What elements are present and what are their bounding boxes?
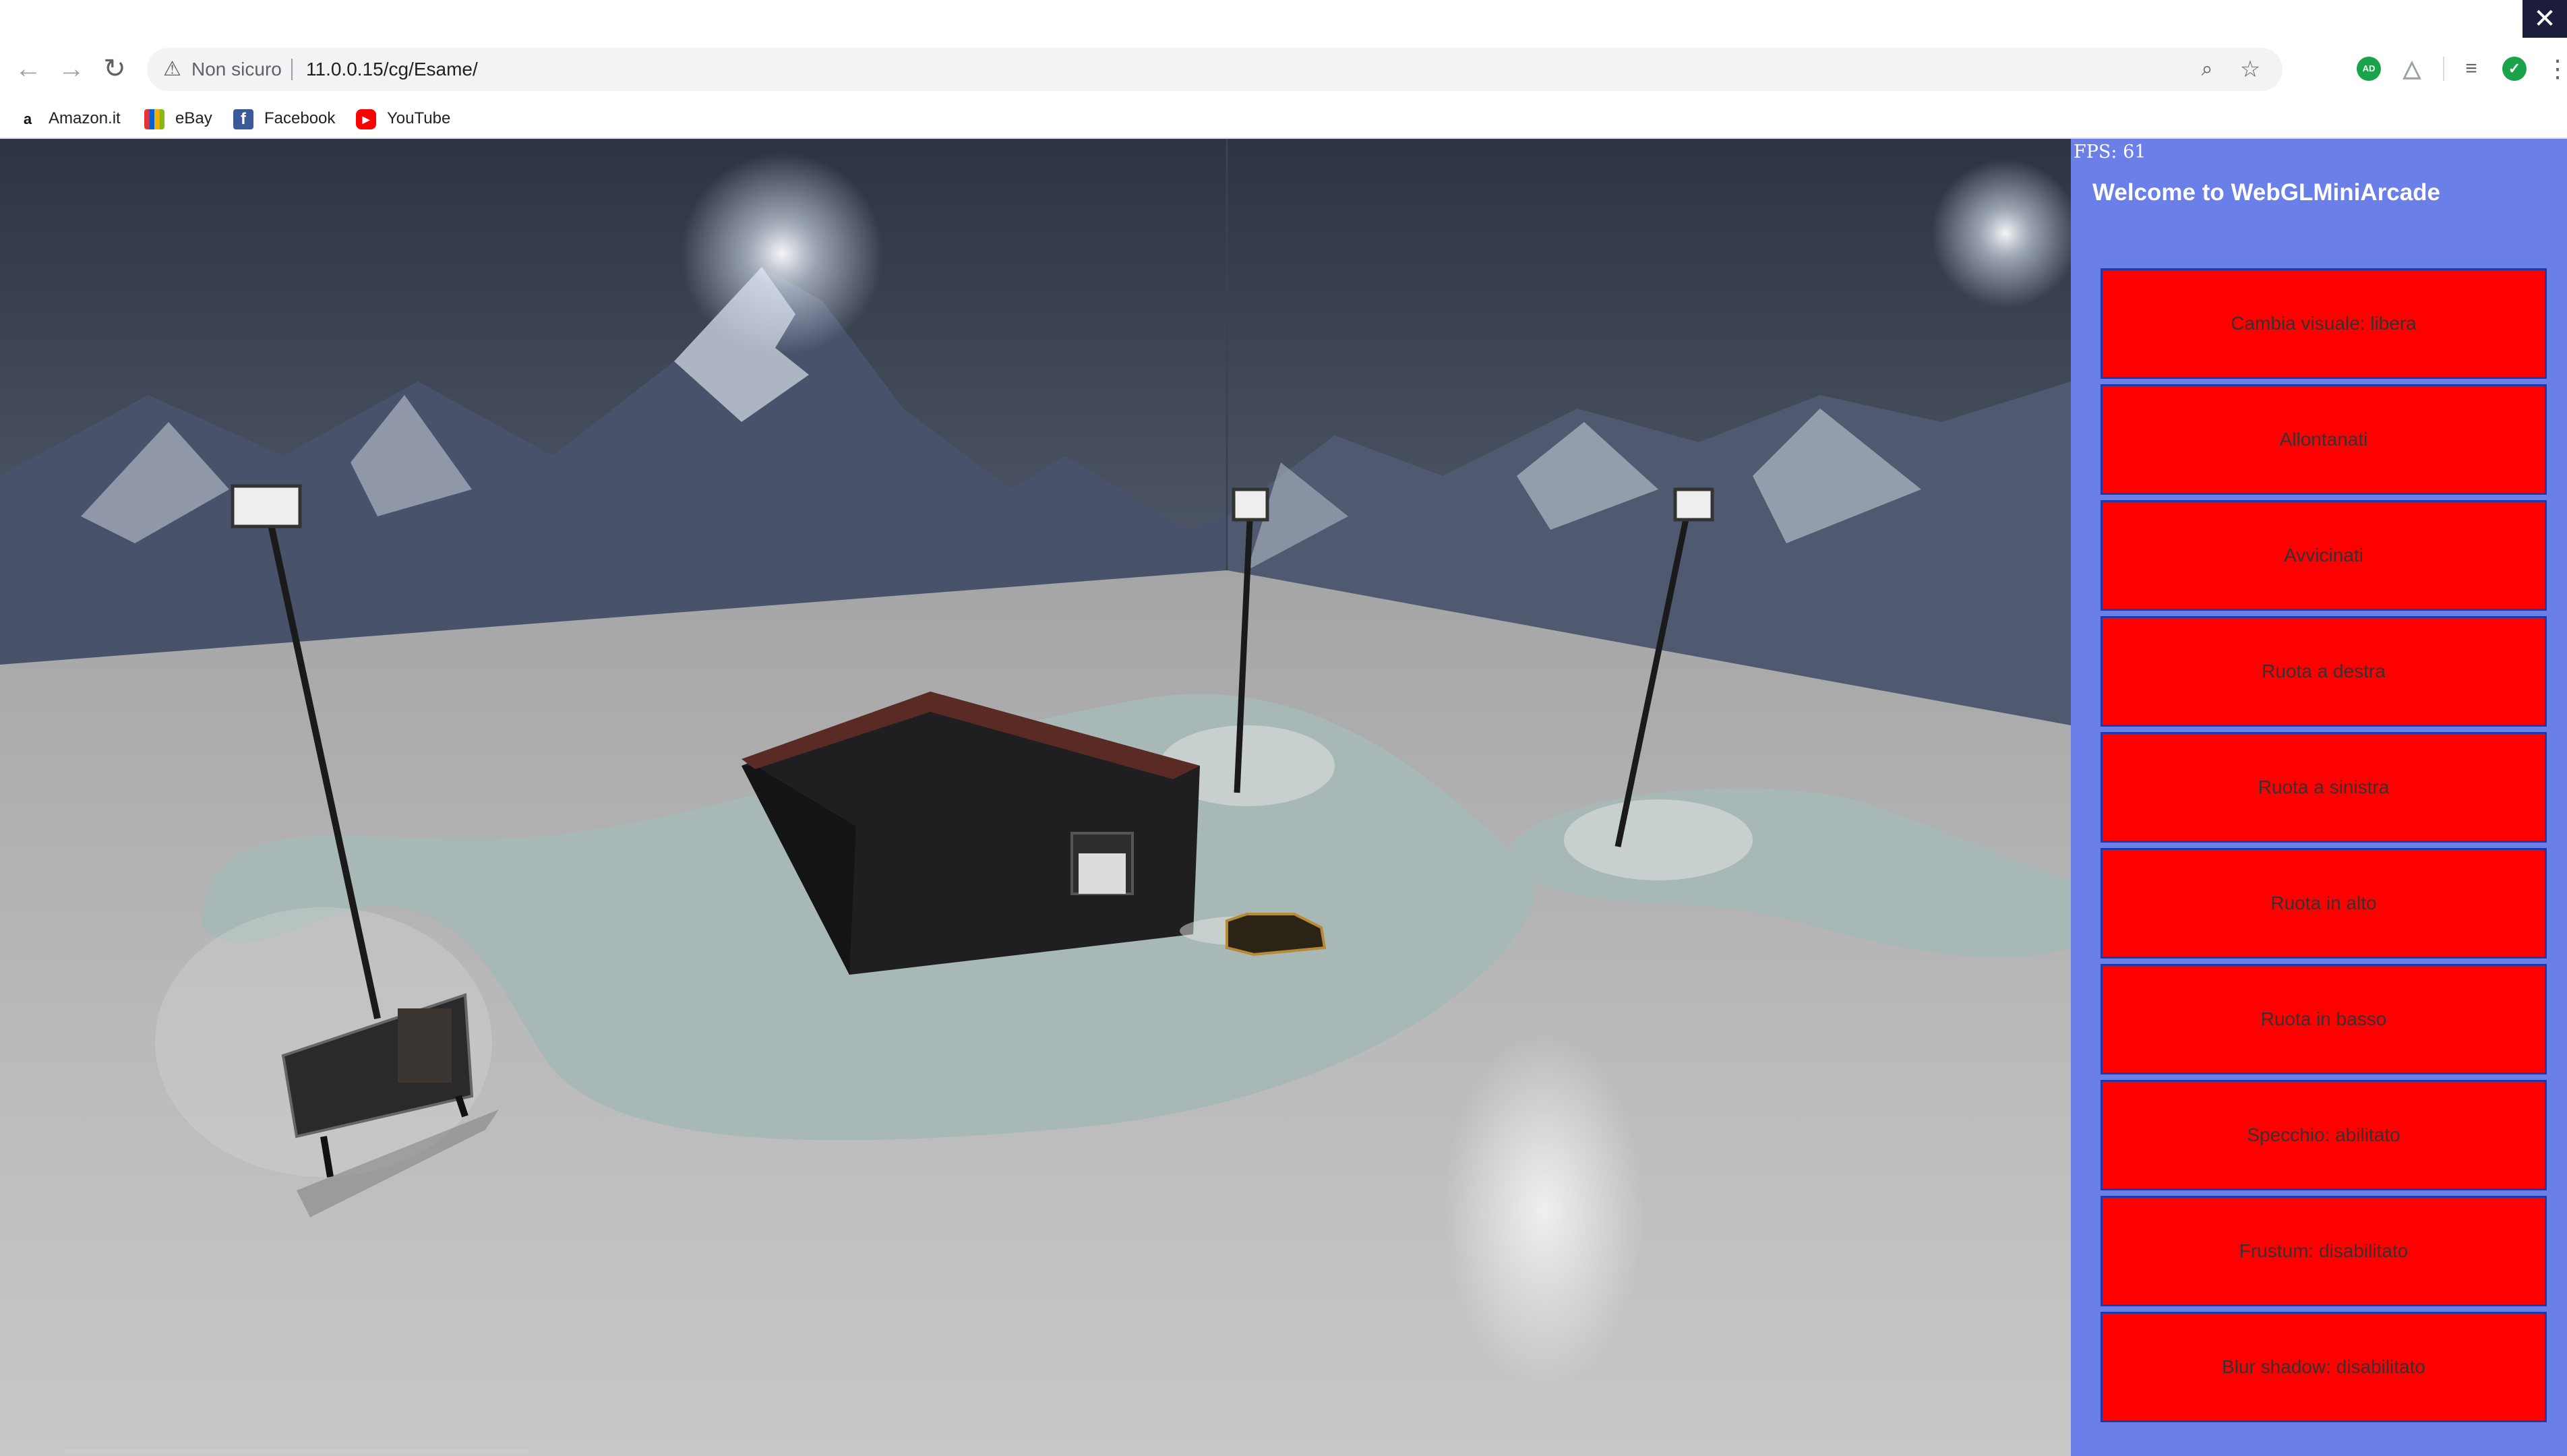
rotate-down-button[interactable]: Ruota in basso: [2101, 964, 2547, 1074]
back-arrow-icon[interactable]: ←: [9, 50, 47, 88]
frustum-toggle-button[interactable]: Frustum: disabilitato: [2101, 1196, 2547, 1306]
mirror-toggle-button[interactable]: Specchio: abilitato: [2101, 1080, 2547, 1190]
change-view-button[interactable]: Cambia visuale: libera: [2101, 268, 2547, 379]
fps-counter: FPS: 61: [2074, 142, 2146, 162]
amazon-icon: a: [23, 110, 32, 127]
youtube-icon: ▶: [356, 109, 376, 129]
reload-icon[interactable]: ↻: [96, 50, 133, 88]
extensions-divider: [2443, 57, 2444, 81]
rotate-left-button[interactable]: Ruota a sinistra: [2101, 732, 2547, 843]
webgl-canvas[interactable]: [0, 139, 2071, 1456]
rotate-up-button[interactable]: Ruota in alto: [2101, 848, 2547, 959]
address-bar[interactable]: ⚠ Non sicuro 11.0.0.15/cg/Esame/ ⌕ ☆: [147, 48, 2283, 91]
blur-shadow-toggle-button[interactable]: Blur shadow: disabilitato: [2101, 1312, 2547, 1422]
drive-extension-icon[interactable]: △: [2400, 57, 2424, 81]
zoom-in-button[interactable]: Avvicinati: [2101, 500, 2547, 611]
bookmark-facebook[interactable]: f Facebook: [233, 100, 335, 138]
url-text[interactable]: 11.0.0.15/cg/Esame/: [306, 48, 478, 91]
zoom-out-button[interactable]: Allontanati: [2101, 384, 2547, 495]
bookmarks-bar: a Amazon.it eeBay f Facebook ▶ YouTube: [0, 100, 2567, 139]
facebook-icon: f: [233, 109, 253, 129]
forward-arrow-icon[interactable]: →: [53, 50, 90, 88]
bookmark-label: YouTube: [387, 109, 451, 127]
security-label[interactable]: Non sicuro: [191, 48, 282, 91]
rotate-right-button[interactable]: Ruota a destra: [2101, 616, 2547, 727]
browser-toolbar: ← → ↻ ⚠ Non sicuro 11.0.0.15/cg/Esame/ ⌕…: [0, 38, 2567, 100]
bookmark-star-icon[interactable]: ☆: [2235, 55, 2265, 84]
close-window-button[interactable]: ✕: [2523, 0, 2567, 38]
scene-render[interactable]: [0, 139, 2071, 1456]
horizontal-scrollbar[interactable]: [65, 1449, 530, 1453]
media-control-icon[interactable]: ≡: [2459, 57, 2483, 81]
welcome-title: Welcome to WebGLMiniArcade: [2092, 179, 2441, 206]
bookmark-youtube[interactable]: ▶ YouTube: [356, 100, 450, 138]
menu-icon[interactable]: ⋮: [2545, 55, 2567, 82]
warning-icon[interactable]: ⚠: [163, 56, 186, 83]
bookmark-label: Amazon.it: [49, 109, 121, 127]
ebay-icon: e: [144, 109, 164, 129]
bookmark-ebay[interactable]: eeBay: [144, 100, 212, 138]
control-panel: FPS: 61 Welcome to WebGLMiniArcade Cambi…: [2071, 139, 2567, 1456]
adblock-extension-icon[interactable]: AD: [2357, 57, 2381, 81]
tab-strip: ✕: [0, 0, 2567, 38]
zoom-icon[interactable]: ⌕: [2192, 55, 2222, 84]
shield-extension-icon[interactable]: ✓: [2502, 57, 2527, 81]
bookmark-label: Facebook: [264, 109, 336, 127]
address-divider: [291, 59, 293, 80]
bookmark-label: eBay: [175, 109, 212, 127]
bookmark-amazon[interactable]: a Amazon.it: [18, 100, 121, 138]
